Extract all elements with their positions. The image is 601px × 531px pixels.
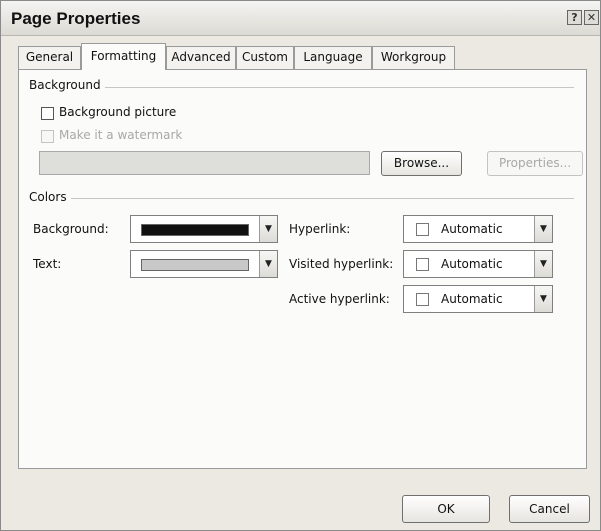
properties-button[interactable]: Properties... bbox=[487, 151, 583, 176]
tab-custom[interactable]: Custom bbox=[236, 46, 294, 69]
close-button[interactable]: ✕ bbox=[584, 10, 599, 25]
page-properties-dialog: Page Properties ? ✕ General Formatting A… bbox=[0, 0, 601, 531]
tab-language[interactable]: Language bbox=[294, 46, 372, 69]
browse-button[interactable]: Browse... bbox=[381, 151, 462, 176]
watermark-label: Make it a watermark bbox=[59, 128, 183, 142]
visited-hyperlink-label: Visited hyperlink: bbox=[289, 257, 394, 271]
visited-hyperlink-color-select[interactable]: Automatic ▼ bbox=[403, 250, 553, 278]
text-color-swatch bbox=[141, 259, 249, 271]
active-hyperlink-color-select[interactable]: Automatic ▼ bbox=[403, 285, 553, 313]
chevron-down-icon[interactable]: ▼ bbox=[534, 216, 552, 242]
chevron-down-icon[interactable]: ▼ bbox=[534, 251, 552, 277]
formatting-panel: Background Background picture Make it a … bbox=[18, 69, 587, 469]
tab-general[interactable]: General bbox=[18, 46, 81, 69]
chevron-down-icon[interactable]: ▼ bbox=[259, 251, 277, 277]
background-picture-label: Background picture bbox=[59, 105, 177, 119]
background-color-swatch bbox=[141, 224, 249, 236]
colors-section-title: Colors bbox=[29, 190, 71, 204]
watermark-checkbox[interactable] bbox=[41, 130, 54, 143]
chevron-down-icon[interactable]: ▼ bbox=[534, 286, 552, 312]
background-picture-checkbox[interactable] bbox=[41, 107, 54, 120]
active-hyperlink-color-swatch bbox=[416, 293, 429, 306]
ok-button[interactable]: OK bbox=[402, 495, 490, 523]
tab-formatting[interactable]: Formatting bbox=[81, 43, 166, 70]
title-bar: Page Properties ? ✕ bbox=[1, 1, 600, 36]
background-divider bbox=[99, 87, 574, 88]
hyperlink-color-value: Automatic bbox=[441, 222, 503, 236]
hyperlink-label: Hyperlink: bbox=[289, 222, 351, 236]
help-button[interactable]: ? bbox=[567, 10, 582, 25]
active-hyperlink-label: Active hyperlink: bbox=[289, 292, 390, 306]
text-color-label: Text: bbox=[33, 257, 62, 271]
visited-hyperlink-color-swatch bbox=[416, 258, 429, 271]
tab-workgroup[interactable]: Workgroup bbox=[372, 46, 455, 69]
background-section-title: Background bbox=[29, 78, 105, 92]
text-color-select[interactable]: ▼ bbox=[130, 250, 278, 278]
visited-hyperlink-color-value: Automatic bbox=[441, 257, 503, 271]
background-color-select[interactable]: ▼ bbox=[130, 215, 278, 243]
active-hyperlink-color-value: Automatic bbox=[441, 292, 503, 306]
colors-divider bbox=[71, 198, 574, 199]
picture-path-input[interactable] bbox=[39, 151, 370, 175]
dialog-title: Page Properties bbox=[11, 9, 141, 28]
cancel-button[interactable]: Cancel bbox=[509, 495, 590, 523]
tab-advanced[interactable]: Advanced bbox=[166, 46, 236, 69]
hyperlink-color-swatch bbox=[416, 223, 429, 236]
background-color-label: Background: bbox=[33, 222, 109, 236]
hyperlink-color-select[interactable]: Automatic ▼ bbox=[403, 215, 553, 243]
chevron-down-icon[interactable]: ▼ bbox=[259, 216, 277, 242]
